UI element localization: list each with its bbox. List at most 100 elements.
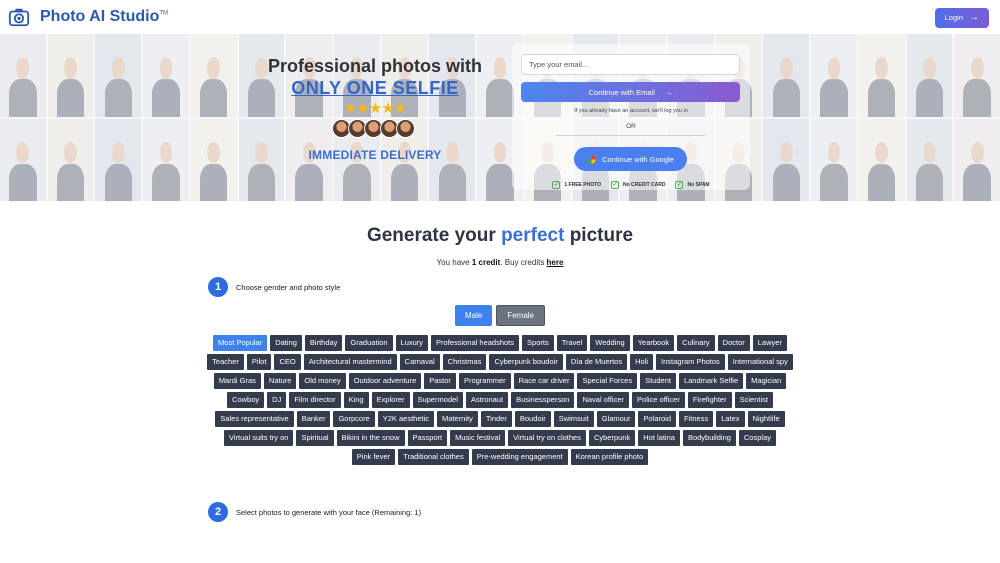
page-title: Generate your perfect picture <box>366 225 634 246</box>
style-tag[interactable]: Pilot <box>246 354 272 370</box>
style-tag[interactable]: CEO <box>274 354 301 370</box>
gender-selector: Male Female <box>0 305 1000 326</box>
hero-title: Professional photos with <box>267 56 482 76</box>
style-tag[interactable]: DJ <box>267 392 287 408</box>
style-tag[interactable]: Virtual try on clothes <box>508 430 586 446</box>
style-tag[interactable]: Bodybuilding <box>682 430 736 446</box>
style-tag[interactable]: Magician <box>746 373 787 389</box>
style-tag[interactable]: Culinary <box>677 335 715 351</box>
buy-credits-link[interactable]: here <box>547 258 564 267</box>
style-tag[interactable]: Sports <box>522 335 554 351</box>
style-tag[interactable]: Hot latina <box>638 430 680 446</box>
style-tag[interactable]: Scientist <box>734 392 773 408</box>
style-tag[interactable]: Bikini in the snow <box>336 430 405 446</box>
style-tag[interactable]: Día de Muertos <box>565 354 628 370</box>
step-label: Choose gender and photo style <box>236 282 341 292</box>
continue-with-email-button[interactable]: Continue with Email → <box>521 82 740 102</box>
or-divider-label: OR <box>626 123 636 130</box>
style-tag[interactable]: Businessperson <box>511 392 575 408</box>
style-tag[interactable]: Swimsuit <box>553 411 594 427</box>
style-tag[interactable]: Student <box>640 373 676 389</box>
credits-info: You have 1 credit. Buy credits here <box>436 258 564 267</box>
email-input[interactable] <box>521 54 740 75</box>
style-tag[interactable]: Instagram Photos <box>656 354 725 370</box>
arrow-right-icon: → <box>969 12 979 23</box>
gender-male-button[interactable]: Male <box>454 305 493 326</box>
style-tag[interactable]: Architectural mastermind <box>303 354 397 370</box>
style-tag[interactable]: Glamour <box>596 411 636 427</box>
style-tag[interactable]: Passport <box>407 430 448 446</box>
style-tag[interactable]: Special Forces <box>577 373 638 389</box>
style-tag[interactable]: Cosplay <box>738 430 776 446</box>
style-tag[interactable]: Professional headshots <box>431 335 520 351</box>
style-tag[interactable]: Polaroid <box>638 411 677 427</box>
style-tag[interactable]: Film director <box>289 392 341 408</box>
style-tag[interactable]: Travel <box>556 335 588 351</box>
style-tag[interactable]: Y2K aesthetic <box>377 411 435 427</box>
style-tag[interactable]: Cowboy <box>227 392 265 408</box>
style-tag[interactable]: Fitness <box>679 411 714 427</box>
step-number: 2 <box>208 502 228 522</box>
style-tag[interactable]: Cyberpunk <box>588 430 636 446</box>
style-tag[interactable]: Holi <box>630 354 654 370</box>
style-tag[interactable]: Race car driver <box>513 373 575 389</box>
check-icon: ✓ <box>552 181 561 189</box>
style-tag[interactable]: Latex <box>716 411 745 427</box>
style-tag[interactable]: Spiritual <box>296 430 334 446</box>
login-label: Login <box>944 13 963 22</box>
style-tag[interactable]: Landmark Selfie <box>678 373 744 389</box>
divider <box>556 135 706 136</box>
style-tag[interactable]: Naval officer <box>577 392 630 408</box>
style-tag[interactable]: Luxury <box>395 335 429 351</box>
style-tag[interactable]: Nightlife <box>747 411 785 427</box>
style-tag[interactable]: Korean profile photo <box>570 449 649 465</box>
style-tag[interactable]: Birthday <box>304 335 343 351</box>
style-tag[interactable]: Explorer <box>371 392 410 408</box>
delivery-label: IMMEDIATE DELIVERY <box>308 148 442 162</box>
continue-with-google-button[interactable]: Continue with Google <box>574 147 687 171</box>
style-tag[interactable]: Supermodel <box>412 392 463 408</box>
login-button[interactable]: Login → <box>934 7 989 28</box>
style-tag[interactable]: King <box>343 392 369 408</box>
brand-name: Photo AI StudioTM <box>40 8 169 25</box>
style-tag[interactable]: Doctor <box>717 335 750 351</box>
style-tag[interactable]: Pink fever <box>351 449 396 465</box>
gender-female-button[interactable]: Female <box>496 305 546 326</box>
style-tag[interactable]: Christmas <box>442 354 487 370</box>
style-tag[interactable]: Boudoir <box>514 411 551 427</box>
style-tag[interactable]: Teacher <box>207 354 244 370</box>
style-tag[interactable]: Graduation <box>345 335 393 351</box>
style-tag[interactable]: Firefighter <box>687 392 732 408</box>
style-tag[interactable]: International spy <box>727 354 793 370</box>
style-tag[interactable]: Wedding <box>590 335 630 351</box>
style-tag[interactable]: Traditional clothes <box>398 449 469 465</box>
style-tag[interactable]: Outdoor adventure <box>348 373 422 389</box>
style-tag[interactable]: Sales representative <box>215 411 294 427</box>
style-tag[interactable]: Cyberpunk boudoir <box>489 354 563 370</box>
trust-badges: ✓ 1 FREE PHOTO ✓ No CREDIT CARD ✓ No SPAM <box>512 181 750 189</box>
style-tag[interactable]: Astronaut <box>465 392 509 408</box>
brand[interactable]: Photo AI StudioTM <box>8 6 168 28</box>
style-tags: Most Popular Dating Birthday Graduation Luxu… <box>205 335 795 465</box>
style-tag[interactable]: Police officer <box>632 392 685 408</box>
style-tag[interactable]: Most Popular <box>213 335 268 351</box>
style-tag[interactable]: Nature <box>263 373 297 389</box>
style-tag[interactable]: Old money <box>299 373 346 389</box>
style-tag[interactable]: Mardi Gras <box>213 373 261 389</box>
style-tag[interactable]: Programmer <box>458 373 511 389</box>
style-tag[interactable]: Tinder <box>480 411 512 427</box>
google-icon <box>587 154 597 164</box>
style-tag[interactable]: Carnaval <box>399 354 440 370</box>
style-tag[interactable]: Virtual suits try on <box>223 430 294 446</box>
style-tag[interactable]: Banker <box>296 411 331 427</box>
style-tag[interactable]: Dating <box>270 335 302 351</box>
style-tag[interactable]: Yearbook <box>632 335 675 351</box>
style-tag[interactable]: Gorpcore <box>333 411 375 427</box>
camera-logo-icon <box>8 8 30 27</box>
style-tag[interactable]: Pre-wedding engagement <box>471 449 568 465</box>
style-tag[interactable]: Maternity <box>437 411 478 427</box>
style-tag[interactable]: Music festival <box>450 430 506 446</box>
style-tag[interactable]: Pastor <box>424 373 456 389</box>
style-tag[interactable]: Lawyer <box>752 335 787 351</box>
badge-no-credit-card: ✓ No CREDIT CARD <box>610 181 666 189</box>
